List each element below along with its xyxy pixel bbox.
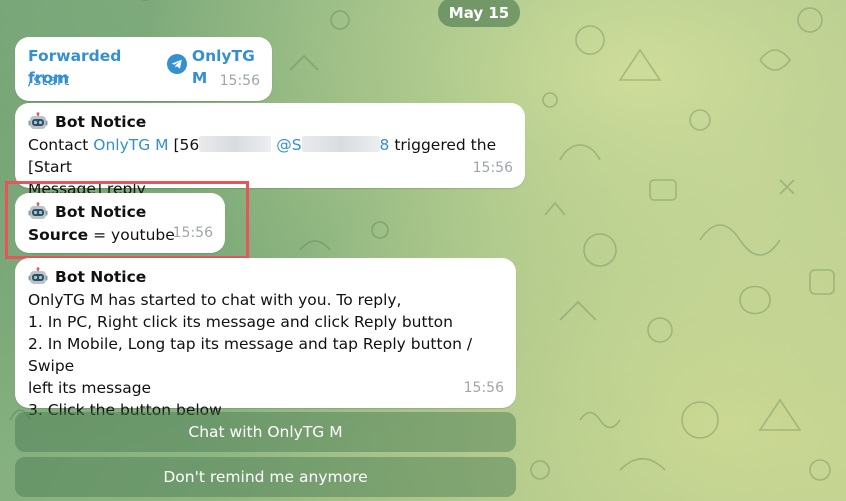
username-prefix: @S <box>276 136 302 154</box>
instruction-line: 2. In Mobile, Long tap its message and t… <box>28 335 473 375</box>
bot-notice-contact-text: Contact OnlyTG M [56 @S 8 triggered the [… <box>28 134 518 200</box>
robot-face-icon <box>28 202 48 222</box>
robot-face-icon <box>28 112 48 132</box>
bot-notice-instructions-bubble[interactable]: Bot Notice OnlyTG M has started to chat … <box>15 258 516 419</box>
redacted-username <box>301 136 380 152</box>
source-line: Source = youtube <box>28 224 518 246</box>
contact-name-link[interactable]: OnlyTG M <box>93 136 168 154</box>
instruction-line: left its message <box>28 379 152 397</box>
bot-notice-title: Bot Notice <box>28 111 146 133</box>
contact-label: Contact <box>28 136 89 154</box>
dont-remind-button[interactable]: Don't remind me anymore <box>15 457 516 497</box>
bot-notice-contact-bubble[interactable]: Bot Notice Contact OnlyTG M [56 @S 8 trig… <box>15 103 525 198</box>
instruction-line: 1. In PC, Right click its message and cl… <box>28 313 453 331</box>
bot-notice-title: Bot Notice <box>28 201 146 223</box>
chat-with-user-button[interactable]: Chat with OnlyTG M <box>15 412 516 452</box>
message-time: 15:56 <box>463 380 504 396</box>
telegram-plane-icon <box>166 54 187 80</box>
instructions-text: OnlyTG M has started to chat with you. T… <box>28 289 518 421</box>
message-time: 15:56 <box>219 73 260 89</box>
bot-notice-title-text: Bot Notice <box>55 268 147 286</box>
message-time: 15:56 <box>472 160 513 176</box>
instruction-line: OnlyTG M has started to chat with you. T… <box>28 291 402 309</box>
bot-notice-title: Bot Notice <box>28 266 146 288</box>
message-time: 15:56 <box>172 225 213 241</box>
contact-id-prefix: [56 <box>173 136 200 154</box>
bot-notice-title-text: Bot Notice <box>55 203 147 221</box>
date-pill: May 15 <box>438 0 520 27</box>
source-value: = youtube <box>93 226 175 244</box>
username-suffix: 8 <box>379 136 390 154</box>
bot-notice-title-text: Bot Notice <box>55 113 147 131</box>
username-link[interactable]: @S 8 <box>276 136 389 154</box>
robot-face-icon <box>28 267 48 287</box>
redacted-id <box>199 136 272 152</box>
start-command-link[interactable]: /start <box>28 69 69 91</box>
source-key: Source <box>28 226 89 244</box>
bot-notice-source-bubble[interactable]: Bot Notice Source = youtube 15:56 <box>15 193 225 253</box>
forwarded-message-bubble[interactable]: Forwarded from OnlyTG M /start 15:56 <box>15 37 272 101</box>
